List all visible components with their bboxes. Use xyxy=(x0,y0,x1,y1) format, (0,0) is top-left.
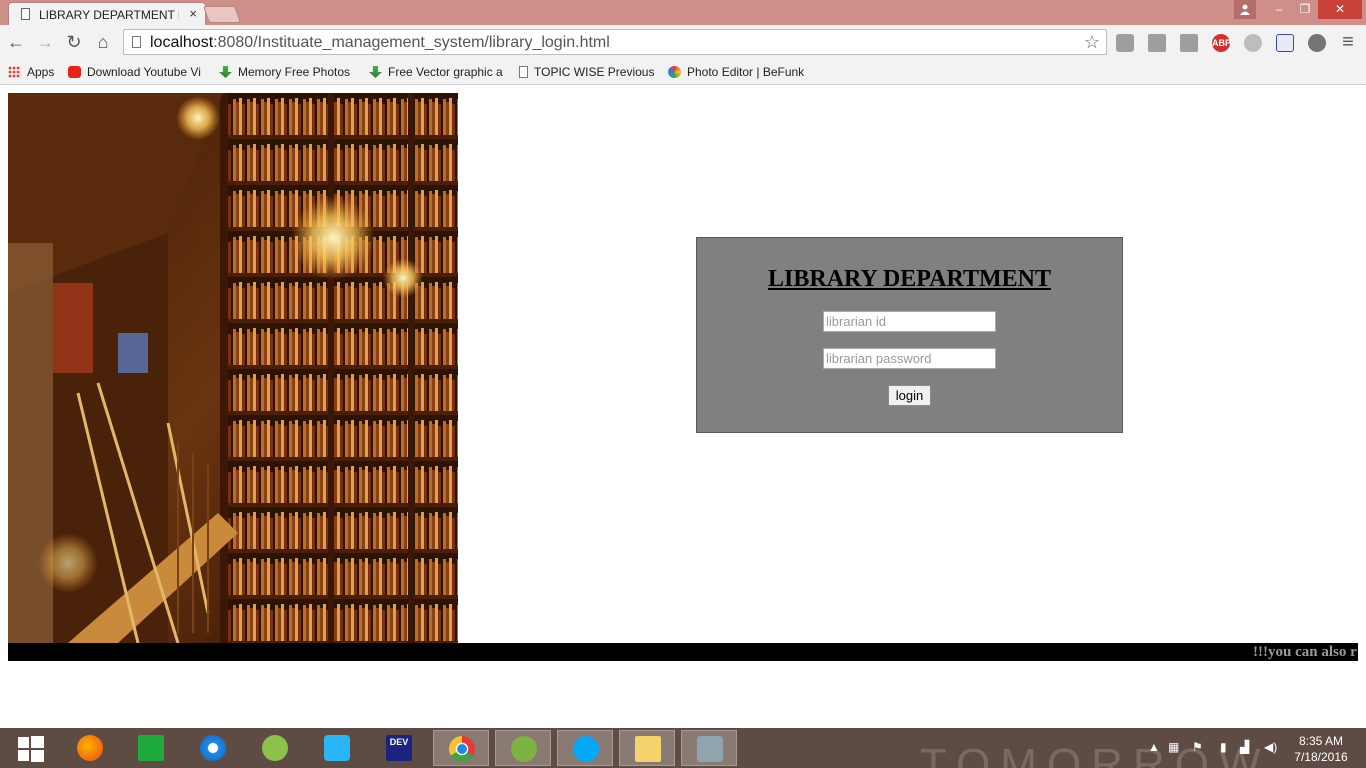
url-text[interactable]: localhost:8080/Instituate_management_sys… xyxy=(150,34,610,52)
folder-icon xyxy=(635,736,661,762)
ie-taskbar-button[interactable] xyxy=(185,730,241,766)
puzzle-icon[interactable] xyxy=(1148,34,1166,52)
browser-tab[interactable]: LIBRARY DEPARTMENT LC × xyxy=(8,2,206,26)
url-host: localhost xyxy=(150,34,214,51)
marquee-banner: !!!you can also r xyxy=(8,643,1358,661)
bookmark-memory-free-photos[interactable]: Memory Free Photos xyxy=(219,63,355,81)
befunky-icon xyxy=(668,66,681,78)
bookmark-label: TOPIC WISE Previous xyxy=(534,65,655,79)
forward-button[interactable]: → xyxy=(35,33,55,51)
wallpaper-text: TOMORROW xyxy=(920,740,1271,768)
marquee-text: !!!you can also r xyxy=(1253,644,1357,660)
tab-title: LIBRARY DEPARTMENT LC xyxy=(39,8,179,22)
page-content: LIBRARY DEPARTMENT login !!!you can also… xyxy=(0,85,1366,728)
virtualbox-icon xyxy=(697,736,723,762)
page-icon xyxy=(132,36,141,48)
chrome-taskbar-button[interactable] xyxy=(433,730,489,766)
sync-icon xyxy=(324,735,350,761)
home-button[interactable]: ⌂ xyxy=(93,33,113,51)
ie-icon xyxy=(200,735,226,761)
windows-logo-icon xyxy=(18,736,44,762)
battery-icon[interactable]: ▮ xyxy=(1220,740,1227,754)
bookmark-label: Download Youtube Vi xyxy=(87,65,201,79)
media-extension-icon[interactable] xyxy=(1308,34,1326,52)
utorrent-taskbar-button[interactable] xyxy=(495,730,551,766)
browser-toolbar: ← → ↻ ⌂ localhost:8080/Instituate_manage… xyxy=(0,25,1366,60)
clock-time: 8:35 AM xyxy=(1298,734,1344,748)
download-arrow-icon xyxy=(219,66,232,78)
puzzle-icon-2[interactable] xyxy=(1180,34,1198,52)
devcpp-taskbar-button[interactable]: DEV xyxy=(371,730,427,766)
start-button[interactable] xyxy=(4,730,60,766)
bookmark-label: Photo Editor | BeFunk xyxy=(687,65,804,79)
network-icon[interactable]: ▟ xyxy=(1240,740,1249,754)
tab-close-icon[interactable]: × xyxy=(189,6,197,21)
download-arrow-icon xyxy=(369,66,382,78)
system-clock[interactable]: 8:35 AM 7/18/2016 xyxy=(1286,733,1356,765)
youtube-icon xyxy=(68,66,81,78)
android-studio-taskbar-button[interactable] xyxy=(247,730,303,766)
bookmark-label: Free Vector graphic a xyxy=(388,65,503,79)
virtualbox-taskbar-button[interactable] xyxy=(681,730,737,766)
skype-taskbar-button[interactable] xyxy=(557,730,613,766)
bookmark-topic-wise[interactable]: TOPIC WISE Previous xyxy=(519,63,655,81)
action-center-icon[interactable]: ▦ xyxy=(1168,740,1179,754)
title-bar: LIBRARY DEPARTMENT LC × ‒ ❐ ✕ xyxy=(0,0,1366,26)
librarian-id-input[interactable] xyxy=(823,311,996,332)
bookmark-star-icon[interactable]: ☆ xyxy=(1084,32,1100,53)
file-explorer-taskbar-button[interactable] xyxy=(619,730,675,766)
menu-icon[interactable]: ≡ xyxy=(1338,32,1358,52)
login-title: LIBRARY DEPARTMENT xyxy=(768,266,1051,292)
reload-button[interactable]: ↻ xyxy=(64,33,84,51)
volume-icon[interactable]: ◀) xyxy=(1264,740,1277,754)
back-button[interactable]: ← xyxy=(6,33,26,51)
firefox-icon xyxy=(77,735,103,761)
page-icon xyxy=(519,66,528,78)
devcpp-icon: DEV xyxy=(386,735,412,761)
address-bar[interactable]: localhost:8080/Instituate_management_sys… xyxy=(123,29,1107,55)
library-interior-image xyxy=(8,93,458,643)
skype-icon xyxy=(573,736,599,762)
user-profile-icon[interactable] xyxy=(1234,0,1256,19)
bookmark-label: Apps xyxy=(27,65,55,79)
url-path: :8080/Instituate_management_system/libra… xyxy=(213,34,610,51)
maximize-button[interactable]: ❐ xyxy=(1292,0,1318,19)
chrome-icon xyxy=(449,736,475,762)
adblock-plus-icon[interactable]: ABP xyxy=(1212,34,1231,52)
bookmark-apps[interactable]: Apps xyxy=(8,63,64,81)
bookmark-youtube[interactable]: Download Youtube Vi xyxy=(68,63,206,81)
flag-icon[interactable]: ⚑ xyxy=(1192,740,1203,754)
librarian-password-input[interactable] xyxy=(823,348,996,369)
login-panel: LIBRARY DEPARTMENT login xyxy=(696,237,1123,433)
windows-taskbar: TOMORROW DEV ▲ ▦ ⚑ ▮ ▟ ◀) 8:35 AM 7/18/2… xyxy=(0,728,1366,768)
close-window-button[interactable]: ✕ xyxy=(1318,0,1362,19)
circle-extension-icon[interactable] xyxy=(1244,34,1262,52)
utorrent-icon xyxy=(511,736,537,762)
office-icon[interactable] xyxy=(1116,34,1134,52)
tray-overflow-icon[interactable]: ▲ xyxy=(1148,740,1160,754)
bookmark-label: Memory Free Photos xyxy=(238,65,351,79)
store-icon xyxy=(138,735,164,761)
firefox-taskbar-button[interactable] xyxy=(62,730,118,766)
bookmark-free-vector[interactable]: Free Vector graphic a xyxy=(369,63,505,81)
gmail-icon[interactable] xyxy=(1276,34,1294,52)
apps-grid-icon xyxy=(8,66,21,78)
minimize-button[interactable]: ‒ xyxy=(1266,0,1292,19)
sync-taskbar-button[interactable] xyxy=(309,730,365,766)
bookmark-befunky[interactable]: Photo Editor | BeFunk xyxy=(668,63,804,81)
bookmarks-bar: Apps Download Youtube Vi Memory Free Pho… xyxy=(0,60,1366,85)
page-favicon-icon xyxy=(21,8,30,20)
clock-date: 7/18/2016 xyxy=(1294,750,1348,764)
login-button[interactable]: login xyxy=(888,385,931,406)
new-tab-button[interactable] xyxy=(202,6,242,23)
android-studio-icon xyxy=(262,735,288,761)
store-taskbar-button[interactable] xyxy=(123,730,179,766)
